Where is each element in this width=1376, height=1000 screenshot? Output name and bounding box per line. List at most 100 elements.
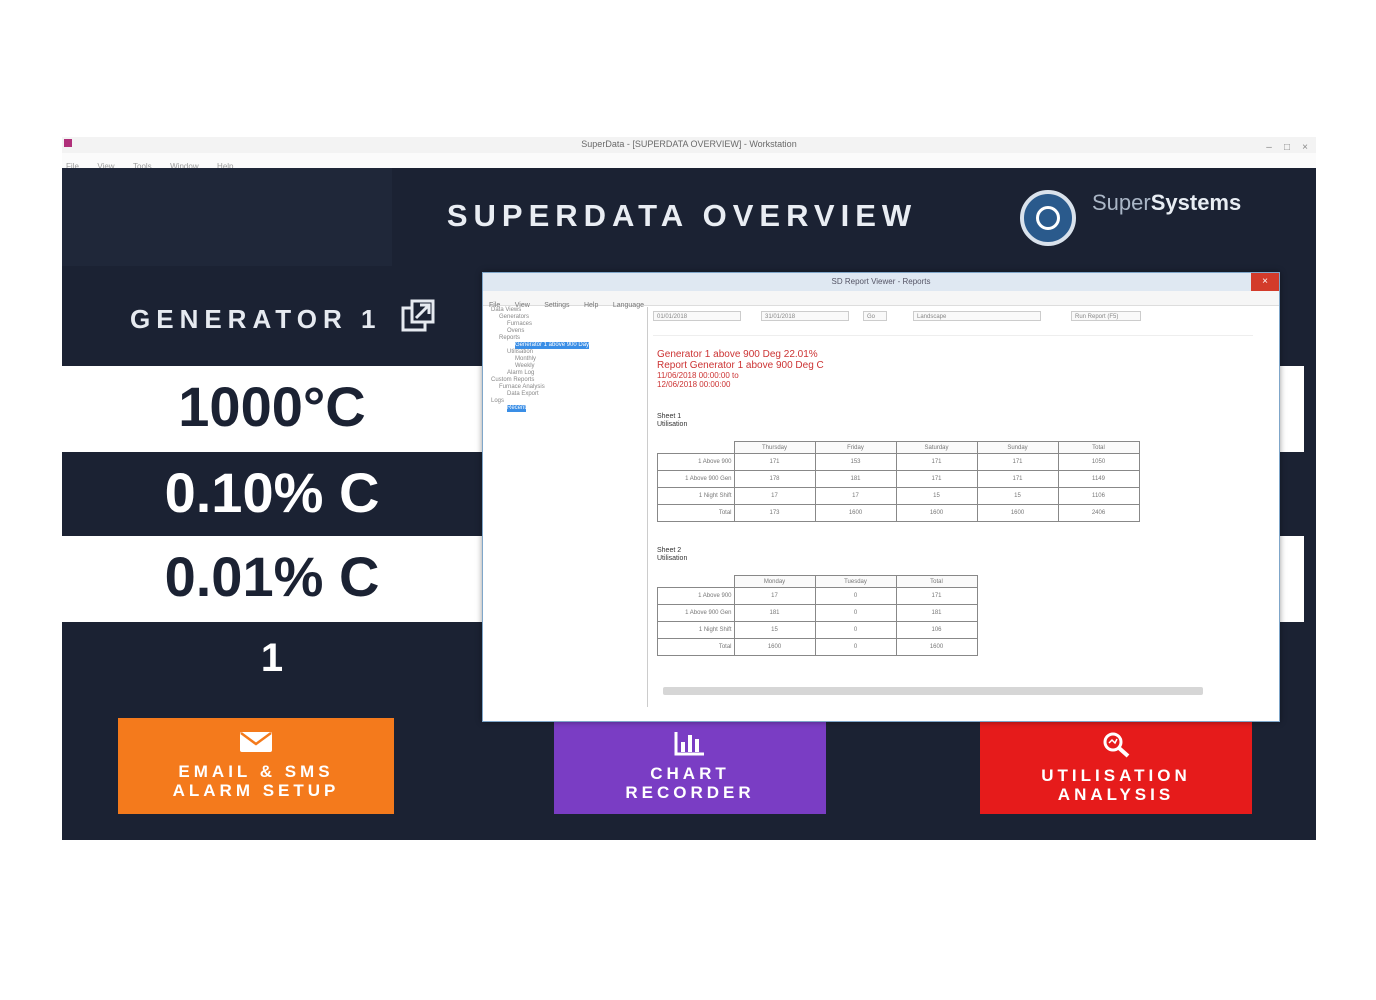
table-cell: 178 xyxy=(733,470,816,488)
table-cell: 1050 xyxy=(1057,453,1140,471)
tree-item-label: Monthly xyxy=(515,356,537,362)
carbon-row-1: 0.10% C xyxy=(62,452,482,536)
tree-item-label: Recent xyxy=(507,405,527,412)
table-cell: 1600 xyxy=(733,638,816,656)
util-button-line1: UTILISATION xyxy=(1041,766,1191,785)
table-header-row: Thursday Friday Saturday Sunday Total xyxy=(658,441,1140,454)
minimize-icon[interactable]: – xyxy=(1260,142,1278,153)
sheet2-title: Sheet 2 xyxy=(657,547,682,554)
table-header-cell xyxy=(658,442,735,454)
layout-select[interactable]: Landscape xyxy=(913,311,1041,321)
sheet1-table: Thursday Friday Saturday Sunday Total 1 Above… xyxy=(657,441,1140,522)
table-cell: 15 xyxy=(733,621,816,639)
generator-header: GENERATOR 1 xyxy=(62,278,482,362)
table-cell: 1600 xyxy=(814,504,897,522)
tree-item[interactable]: Custom Reports xyxy=(487,377,647,384)
end-date-field[interactable]: 31/01/2018 xyxy=(761,311,849,321)
email-icon xyxy=(240,731,272,752)
tree-item[interactable]: Data Export xyxy=(487,391,647,398)
table-row-label: 1 Above 900 xyxy=(657,587,735,605)
run-report-button[interactable]: Run Report (F5) xyxy=(1071,311,1141,321)
table-cell: 1600 xyxy=(976,504,1059,522)
email-sms-alarm-setup-button[interactable]: EMAIL & SMS ALARM SETUP xyxy=(118,718,394,814)
table-cell: 171 xyxy=(895,470,978,488)
tree-item[interactable]: Data Views xyxy=(487,307,647,314)
table-row-label: Total xyxy=(657,504,735,522)
table-row: 1 Night Shift 15 0 106 xyxy=(657,621,978,639)
horizontal-scrollbar[interactable] xyxy=(663,687,1203,695)
table-row-label: 1 Night Shift xyxy=(657,621,735,639)
chart-button-line1: CHART xyxy=(650,764,730,783)
table-cell: 17 xyxy=(733,587,816,605)
sheet1-heading: Sheet 1 Utilisation xyxy=(657,413,687,429)
report-heading: Generator 1 above 900 Deg 22.01% Report … xyxy=(657,349,824,389)
table-cell: 2406 xyxy=(1057,504,1140,522)
util-button-line2: ANALYSIS xyxy=(1057,785,1175,804)
tree-item[interactable]: Reports xyxy=(487,335,647,342)
table-header-cell: Monday xyxy=(733,575,816,588)
table-row: Total 173 1600 1600 1600 2406 xyxy=(657,504,1140,522)
tree-item[interactable]: Generator 1 above 900 Day xyxy=(487,342,647,349)
sheet1-subtitle: Utilisation xyxy=(657,421,688,428)
table-cell: 1149 xyxy=(1057,470,1140,488)
table-cell: 171 xyxy=(895,453,978,471)
tree-item[interactable]: Furnace Analysis xyxy=(487,384,647,391)
start-date-field[interactable]: 01/01/2018 xyxy=(653,311,741,321)
table-row: 1 Above 900 171 153 171 171 1050 xyxy=(657,453,1140,471)
tree-item[interactable]: Alarm Log xyxy=(487,370,647,377)
carbon-row-2: 0.01% C xyxy=(62,536,482,622)
maximize-icon[interactable]: □ xyxy=(1278,142,1296,153)
tree-item[interactable]: Generators xyxy=(487,314,647,321)
close-icon[interactable]: × xyxy=(1251,273,1279,291)
table-row: 1 Above 900 Gen 181 0 181 xyxy=(657,604,978,622)
report-viewer-title: SD Report Viewer - Reports xyxy=(831,277,931,286)
report-line-1: Generator 1 above 900 Deg 22.01% xyxy=(657,349,818,360)
go-button[interactable]: Go xyxy=(863,311,887,321)
table-cell: 15 xyxy=(976,487,1059,505)
tree-item[interactable]: Furnaces xyxy=(487,321,647,328)
table-cell: 17 xyxy=(733,487,816,505)
table-cell: 181 xyxy=(814,470,897,488)
chart-recorder-button[interactable]: CHART RECORDER xyxy=(554,718,826,814)
report-toolbar-icons xyxy=(653,327,1253,336)
table-cell: 171 xyxy=(976,453,1059,471)
table-row: 1 Night Shift 17 17 15 15 1106 xyxy=(657,487,1140,505)
temperature-row: 1000°C xyxy=(62,366,482,452)
table-header-row: Monday Tuesday Total xyxy=(658,575,978,588)
tree-item[interactable]: Monthly xyxy=(487,356,647,363)
tree-item-label: Utilisation xyxy=(507,349,534,355)
popout-icon[interactable] xyxy=(400,298,436,334)
table-header-cell: Saturday xyxy=(895,441,978,454)
tree-item-label: Furnace Analysis xyxy=(499,384,545,390)
tree-item[interactable]: Ovens xyxy=(487,328,647,335)
right-panel-strip-2 xyxy=(1278,536,1304,622)
report-pane: 01/01/2018 31/01/2018 Go Landscape Run R… xyxy=(651,307,1273,695)
table-cell: 0 xyxy=(814,621,897,639)
table-cell: 1600 xyxy=(895,638,978,656)
tree-item[interactable]: Weekly xyxy=(487,363,647,370)
window-menubar: File View Tools Window Help xyxy=(62,153,1316,171)
table-cell: 171 xyxy=(895,587,978,605)
utilisation-analysis-button[interactable]: UTILISATION ANALYSIS xyxy=(980,718,1252,814)
email-button-line1: EMAIL & SMS xyxy=(178,762,334,781)
table-row-label: 1 Above 900 Gen xyxy=(657,470,735,488)
chart-button-line2: RECORDER xyxy=(625,783,755,802)
close-icon[interactable]: × xyxy=(1296,142,1314,153)
table-header-cell: Total xyxy=(1057,441,1140,454)
tree-item-label: Data Views xyxy=(491,307,522,313)
report-tree[interactable]: Data Views Generators Furnaces Ovens Reports… xyxy=(487,307,648,707)
tree-item[interactable]: Utilisation xyxy=(487,349,647,356)
tree-item[interactable]: Logs xyxy=(487,398,647,405)
report-viewer-titlebar: SD Report Viewer - Reports × xyxy=(483,273,1279,291)
table-cell: 0 xyxy=(814,604,897,622)
table-row-label: 1 Above 900 Gen xyxy=(657,604,735,622)
table-row-label: Total xyxy=(657,638,735,656)
tree-item[interactable]: Recent xyxy=(487,405,647,412)
report-viewer-menubar: File View Settings Help Language xyxy=(483,291,1279,309)
carbon-value-1: 0.10% C xyxy=(164,461,380,524)
tree-item-label: Weekly xyxy=(515,363,535,369)
logo-text-light: Super xyxy=(1092,190,1151,215)
bar-chart-icon xyxy=(674,732,704,756)
carbon-value-2: 0.01% C xyxy=(164,545,380,608)
table-cell: 17 xyxy=(814,487,897,505)
